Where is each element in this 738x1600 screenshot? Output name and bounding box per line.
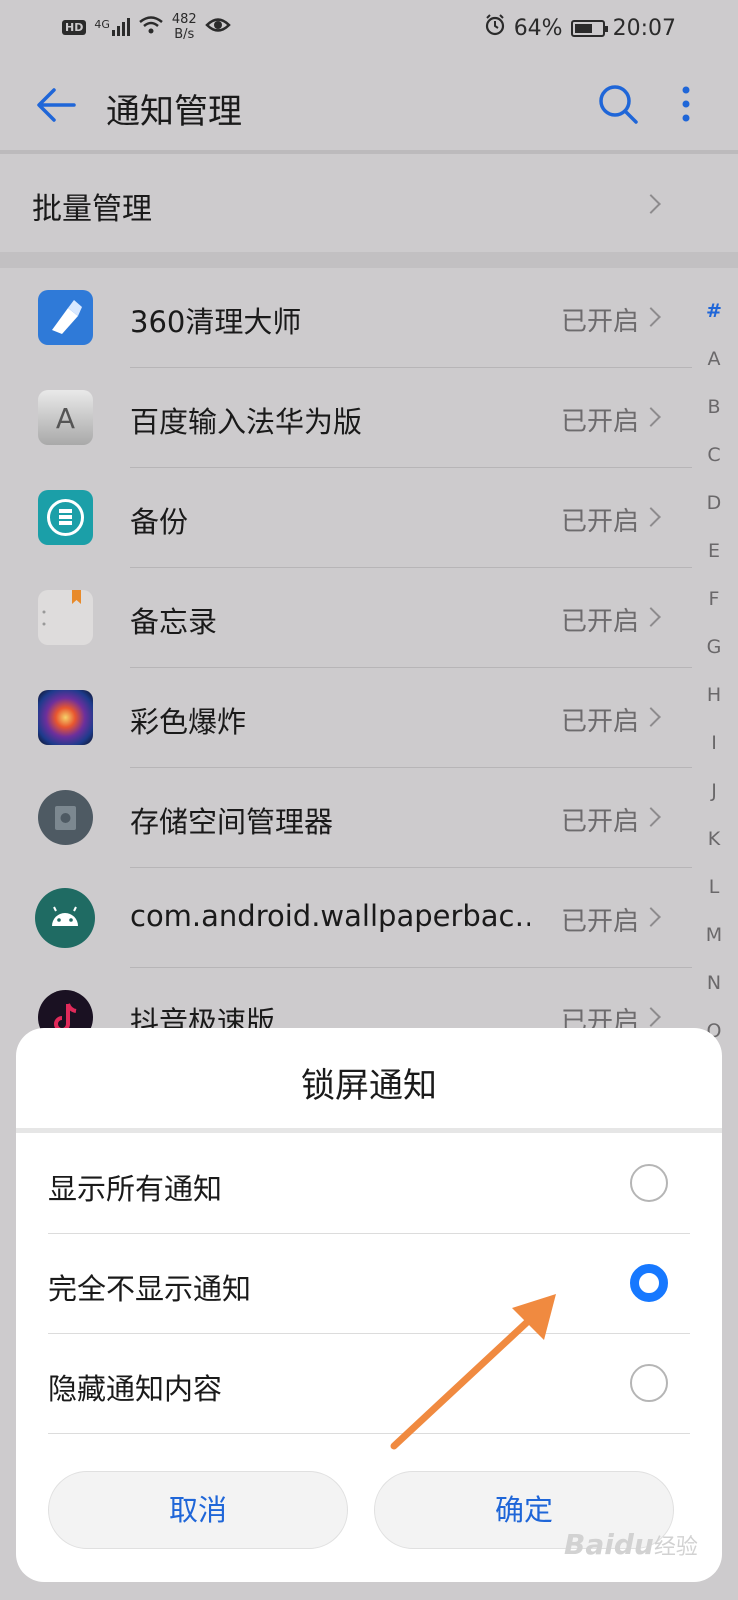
index-letter[interactable]: E [694,540,734,562]
list-item[interactable]: 存储空间管理器 已开启 [0,768,692,868]
search-icon [599,85,638,124]
back-arrow-icon [37,88,76,122]
app-state: 已开启 [561,307,640,337]
index-letter[interactable]: B [694,396,734,418]
list-item[interactable]: 备份 已开启 [0,468,692,568]
index-letter[interactable]: L [694,876,734,898]
battery-icon [570,19,608,37]
dialog-title: 锁屏通知 [301,1066,437,1106]
option-label: 隐藏通知内容 [48,1372,223,1406]
backup-icon [38,490,93,545]
index-letter[interactable]: K [694,828,734,850]
index-letter[interactable]: J [694,780,734,802]
index-letter[interactable]: I [694,732,734,754]
baidu-watermark: Baidu经验 [564,1528,698,1561]
list-item[interactable]: 彩色爆炸 已开启 [0,668,692,768]
index-letter[interactable]: N [694,972,734,994]
index-letter[interactable]: G [694,636,734,658]
app-name: 彩色爆炸 [130,705,247,739]
360-cleaner-icon [38,290,93,345]
index-letter[interactable]: C [694,444,734,466]
svg-text:A: A [56,402,75,435]
option-hide-content[interactable]: 隐藏通知内容 [16,1334,722,1434]
wifi-icon [138,15,164,39]
more-options-button[interactable] [676,82,696,126]
chevron-right-icon [641,307,661,327]
status-bar: HD 4G 482 B/s 64% 20:07 [0,0,738,58]
eye-comfort-icon [204,16,231,38]
color-explosion-icon [38,690,93,745]
app-state: 已开启 [561,707,640,737]
lockscreen-notification-dialog: 锁屏通知 显示所有通知 完全不显示通知 隐藏通知内容 取消 确定 [16,1028,722,1582]
section-gap [0,252,738,268]
app-name: 360清理大师 [130,305,302,339]
app-state: 已开启 [561,907,640,937]
app-state: 已开启 [561,807,640,837]
app-state: 已开启 [561,607,640,637]
radio-button[interactable] [630,1164,668,1202]
search-button[interactable] [596,82,640,126]
option-label: 完全不显示通知 [48,1272,252,1306]
app-name: 备忘录 [130,605,218,639]
batch-manage-label: 批量管理 [32,192,152,227]
app-name: 存储空间管理器 [130,805,334,839]
chevron-right-icon [641,807,661,827]
notepad-icon [38,590,93,645]
batch-manage-item[interactable]: 批量管理 [0,154,738,252]
list-item[interactable]: 360清理大师 已开启 [0,268,692,368]
index-letter[interactable]: M [694,924,734,946]
baidu-input-icon: A [38,390,93,445]
index-letter[interactable]: A [694,348,734,370]
cancel-button[interactable]: 取消 [48,1471,348,1549]
chevron-right-icon [641,194,661,214]
index-letter[interactable]: D [694,492,734,514]
radio-button[interactable] [630,1364,668,1402]
back-button[interactable] [34,82,80,128]
list-item[interactable]: 备忘录 已开启 [0,568,692,668]
battery-percent: 64% [513,15,563,41]
app-name: 备份 [130,505,189,539]
list-item[interactable]: com.android.wallpaperbac… 已开启 [0,868,692,968]
option-show-all[interactable]: 显示所有通知 [16,1134,722,1234]
option-label: 显示所有通知 [48,1172,223,1206]
list-item[interactable]: A 百度输入法华为版 已开启 [0,368,692,468]
clock: 20:07 [612,15,676,41]
hd-badge: HD [62,19,87,35]
chevron-right-icon [641,507,661,527]
app-name: 百度输入法华为版 [130,405,363,439]
index-letter[interactable]: F [694,588,734,610]
chevron-right-icon [641,707,661,727]
app-state: 已开启 [561,507,640,537]
alarm-icon [484,14,506,42]
storage-manager-icon [38,790,93,845]
radio-button-selected[interactable] [630,1264,668,1302]
option-hide-all[interactable]: 完全不显示通知 [16,1234,722,1334]
chevron-right-icon [641,1007,661,1027]
chevron-right-icon [641,607,661,627]
signal-icon: 4G [94,18,130,36]
chevron-right-icon [641,407,661,427]
network-speed: 482 B/s [171,12,197,42]
app-bar: 通知管理 [0,60,738,152]
more-vertical-icon [682,86,690,122]
app-state: 已开启 [561,407,640,437]
chevron-right-icon [641,907,661,927]
app-name: com.android.wallpaperbac… [130,899,530,933]
index-letter[interactable]: H [694,684,734,706]
page-title: 通知管理 [106,92,242,132]
android-icon [35,888,95,948]
index-letter[interactable]: # [694,300,734,322]
